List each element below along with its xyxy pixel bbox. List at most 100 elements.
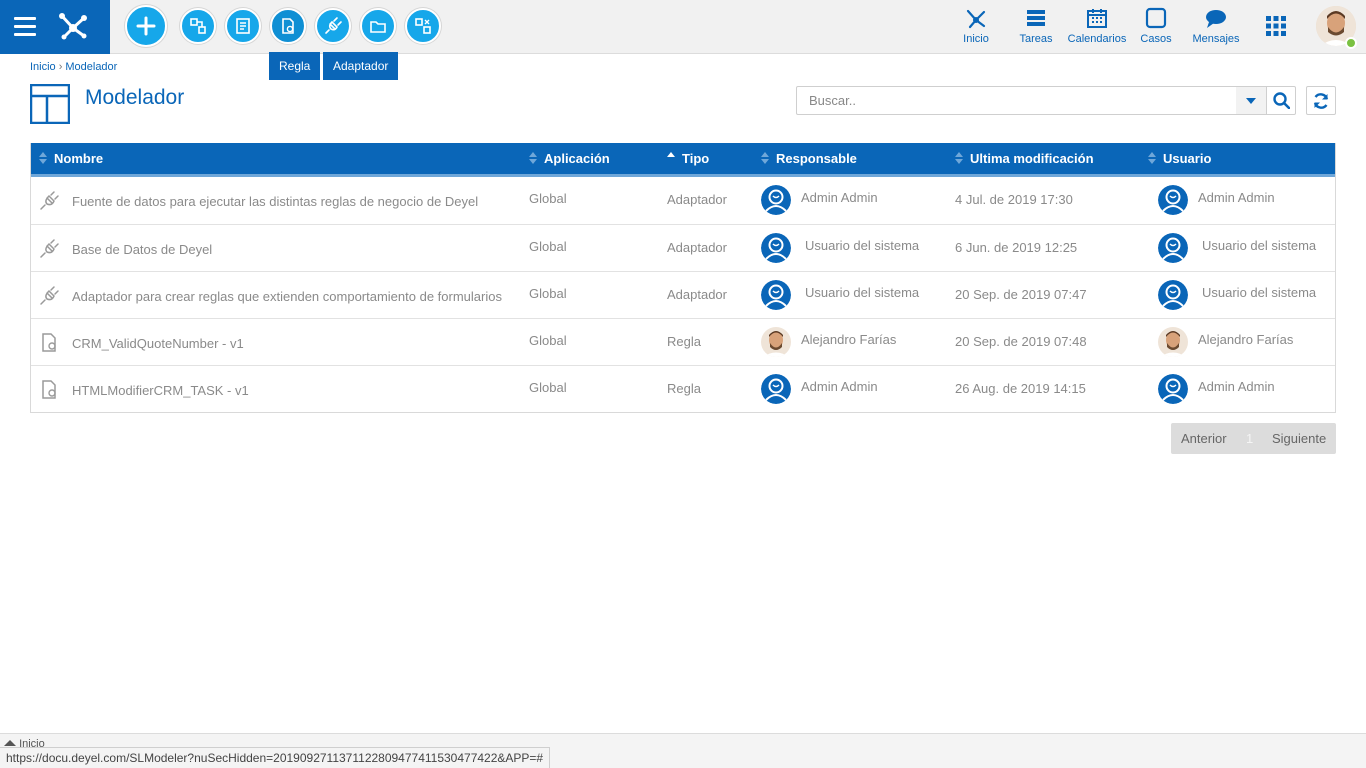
rule-document-icon <box>42 333 56 352</box>
deyel-logo-icon <box>966 9 986 29</box>
cell-modificacion: 26 Aug. de 2019 14:15 <box>955 381 1086 396</box>
search-input[interactable]: Buscar.. <box>796 86 1237 115</box>
cell-nombre[interactable]: CRM_ValidQuoteNumber - v1 <box>72 320 244 367</box>
column-label: Responsable <box>776 151 857 166</box>
breadcrumb: Inicio › Modelador <box>30 61 117 73</box>
cell-nombre[interactable]: Adaptador para crear reglas que extiende… <box>72 273 502 320</box>
cell-usuario: Alejandro Farías <box>1198 332 1294 347</box>
sort-ascending-icon <box>667 152 675 164</box>
sort-icon <box>1148 152 1156 164</box>
rule-button[interactable] <box>270 8 306 44</box>
cell-nombre[interactable]: Base de Datos de Deyel <box>72 226 212 273</box>
search-button[interactable] <box>1267 86 1296 115</box>
rule-document-icon <box>282 18 294 34</box>
modeler-table: Nombre Aplicación Tipo Responsable Ultim… <box>30 143 1336 413</box>
search-options-button[interactable] <box>1236 86 1267 115</box>
table-row[interactable]: CRM_ValidQuoteNumber - v1 Global Regla Alej… <box>31 318 1335 365</box>
brand-area <box>0 0 110 54</box>
default-user-avatar-icon <box>761 185 791 215</box>
breadcrumb-current[interactable]: Modelador <box>65 61 117 73</box>
cell-responsable: Alejandro Farías <box>801 332 897 347</box>
pagination: Anterior 1 Siguiente <box>1171 423 1336 454</box>
cell-aplicacion: Global <box>529 333 567 348</box>
sort-icon <box>529 152 537 164</box>
table-row[interactable]: Fuente de datos para ejecutar las distin… <box>31 177 1335 224</box>
breadcrumb-home[interactable]: Inicio <box>30 61 56 73</box>
column-header-aplicacion[interactable]: Aplicación <box>529 143 610 174</box>
nav-calendarios[interactable]: Calendarios <box>1066 6 1128 50</box>
column-header-tipo[interactable]: Tipo <box>667 143 709 174</box>
hamburger-menu-icon[interactable] <box>14 17 36 37</box>
process-button[interactable] <box>180 8 216 44</box>
top-bar: Inicio Tareas Calendarios Casos Mensajes <box>0 0 1366 54</box>
refresh-icon <box>1313 92 1329 109</box>
column-label: Usuario <box>1163 151 1212 166</box>
page-title: Modelador <box>85 86 185 109</box>
folder-button[interactable] <box>360 8 396 44</box>
tooltip-regla: Regla <box>269 52 321 80</box>
cell-aplicacion: Global <box>529 239 567 254</box>
nav-tareas[interactable]: Tareas <box>1016 6 1056 50</box>
default-user-avatar-icon <box>1158 185 1188 215</box>
sort-icon <box>955 152 963 164</box>
table-header: Nombre Aplicación Tipo Responsable Ultim… <box>31 143 1335 177</box>
nav-casos[interactable]: Casos <box>1138 6 1174 50</box>
caret-down-icon <box>1246 97 1256 104</box>
chat-icon <box>1206 10 1226 28</box>
deyel-logo-icon[interactable] <box>56 8 90 42</box>
search-icon <box>1272 92 1290 109</box>
column-header-responsable[interactable]: Responsable <box>761 143 857 174</box>
table-row[interactable]: HTMLModifierCRM_TASK - v1 Global Regla Admi… <box>31 365 1335 412</box>
cell-tipo: Adaptador <box>667 192 727 207</box>
cell-modificacion: 4 Jul. de 2019 17:30 <box>955 192 1073 207</box>
cell-aplicacion: Global <box>529 286 567 301</box>
prev-page-button[interactable]: Anterior <box>1181 423 1227 454</box>
nav-label: Calendarios <box>1067 33 1127 45</box>
default-user-avatar-icon <box>1158 374 1188 404</box>
user-photo-icon <box>1158 327 1188 357</box>
cell-nombre[interactable]: HTMLModifierCRM_TASK - v1 <box>72 367 249 414</box>
form-button[interactable] <box>225 8 261 44</box>
column-header-nombre[interactable]: Nombre <box>39 143 103 174</box>
refresh-button[interactable] <box>1306 86 1336 115</box>
add-button[interactable] <box>125 5 167 47</box>
column-header-modificacion[interactable]: Ultima modificación <box>955 143 1094 174</box>
table-row[interactable]: Base de Datos de Deyel Global Adaptador Usu… <box>31 224 1335 271</box>
nav-label: Inicio <box>963 33 989 45</box>
integration-button[interactable] <box>405 8 441 44</box>
sort-icon <box>761 152 769 164</box>
adapter-plug-icon <box>40 191 59 210</box>
form-icon <box>236 18 250 34</box>
cell-modificacion: 6 Jun. de 2019 12:25 <box>955 240 1078 255</box>
cell-responsable: Usuario del sistema <box>805 285 920 300</box>
adapter-button[interactable] <box>315 8 351 44</box>
column-header-usuario[interactable]: Usuario <box>1148 143 1211 174</box>
adapter-plug-icon <box>325 17 342 34</box>
rule-document-icon <box>42 380 56 399</box>
tasks-icon <box>1027 10 1045 26</box>
process-icon <box>190 18 206 34</box>
cell-usuario: Admin Admin <box>1198 190 1275 205</box>
tooltip-adaptador: Adaptador <box>323 52 399 80</box>
nav-inicio[interactable]: Inicio <box>958 6 994 50</box>
cell-nombre[interactable]: Fuente de datos para ejecutar las distin… <box>72 178 478 225</box>
breadcrumb-separator: › <box>58 61 63 73</box>
cell-responsable: Usuario del sistema <box>805 238 920 253</box>
nav-mensajes[interactable]: Mensajes <box>1190 6 1242 50</box>
adapter-plug-icon <box>40 239 59 258</box>
cell-aplicacion: Global <box>529 191 567 206</box>
cell-tipo: Adaptador <box>667 287 727 302</box>
cell-responsable: Admin Admin <box>801 190 878 205</box>
cell-modificacion: 20 Sep. de 2019 07:47 <box>955 287 1087 302</box>
next-page-button[interactable]: Siguiente <box>1272 423 1326 454</box>
apps-grid-icon[interactable] <box>1266 16 1286 36</box>
plus-icon <box>136 16 156 36</box>
cell-tipo: Regla <box>667 334 701 349</box>
modeler-layout-icon <box>30 84 70 124</box>
sort-icon <box>39 152 47 164</box>
column-label: Nombre <box>54 151 104 166</box>
nav-label: Mensajes <box>1192 33 1240 45</box>
table-row[interactable]: Adaptador para crear reglas que extiende… <box>31 271 1335 318</box>
table-body: Fuente de datos para ejecutar las distin… <box>31 177 1335 412</box>
status-url: https://docu.deyel.com/SLModeler?nuSecHi… <box>0 747 551 768</box>
